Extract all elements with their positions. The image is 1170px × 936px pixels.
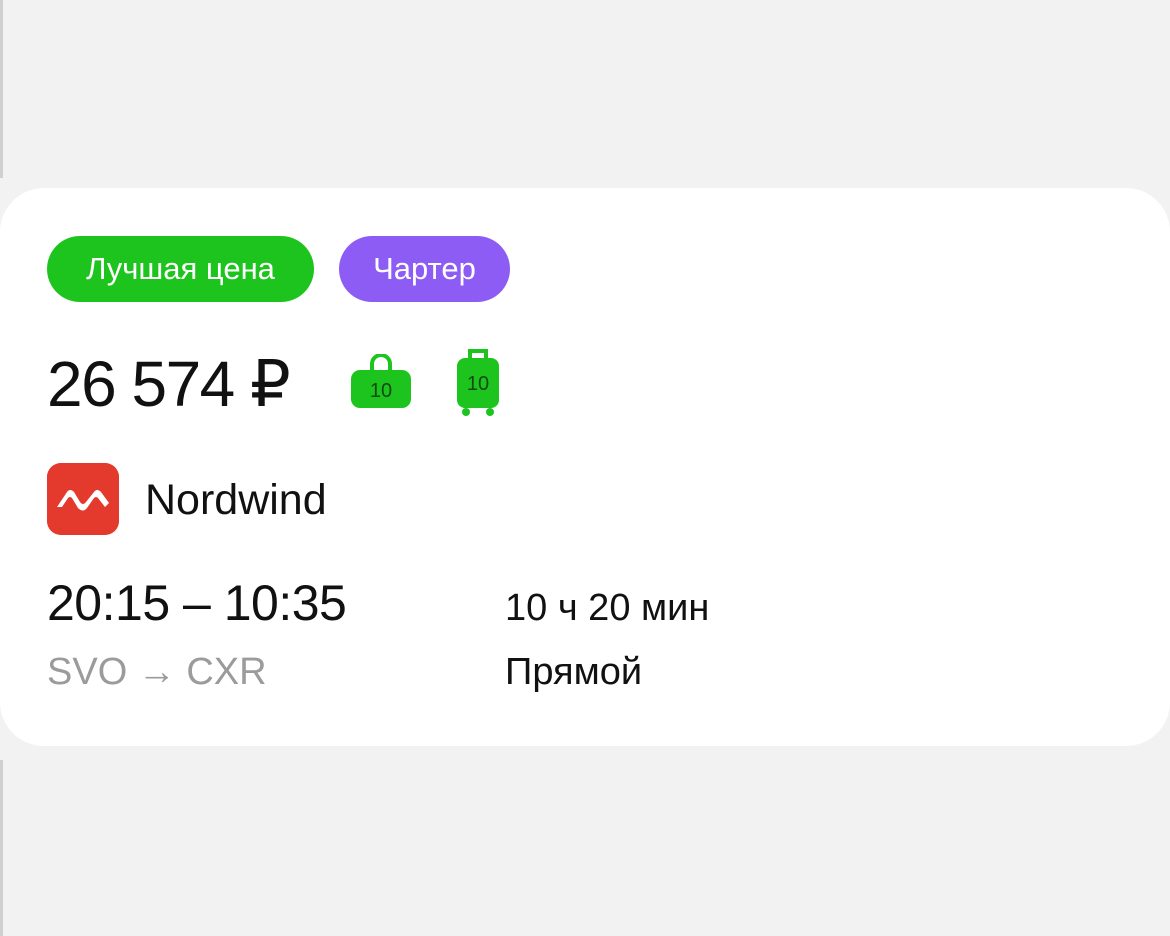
best-price-badge: Лучшая цена [47,236,314,302]
hand-luggage-weight: 10 [370,380,392,402]
charter-badge: Чартер [339,236,510,302]
flight-duration: 10 ч 20 мин [505,587,710,629]
suitcase-icon: 10 [457,349,499,416]
hand-luggage-icon: 10 [351,354,411,408]
flight-card[interactable]: Лучшая цена Чартер 26 574 ₽ 10 10 Nordwi… [0,188,1170,746]
airline-name: Nordwind [145,476,327,524]
page-edge-top [0,0,3,178]
flight-times: 20:15 – 10:35 [47,575,347,631]
page-edge-bottom [0,760,3,936]
nordwind-logo [47,463,119,535]
flight-route: SVO → CXR [47,651,267,693]
checked-luggage-weight: 10 [467,373,489,395]
price: 26 574 ₽ [47,348,291,420]
flight-stops: Прямой [505,651,643,693]
